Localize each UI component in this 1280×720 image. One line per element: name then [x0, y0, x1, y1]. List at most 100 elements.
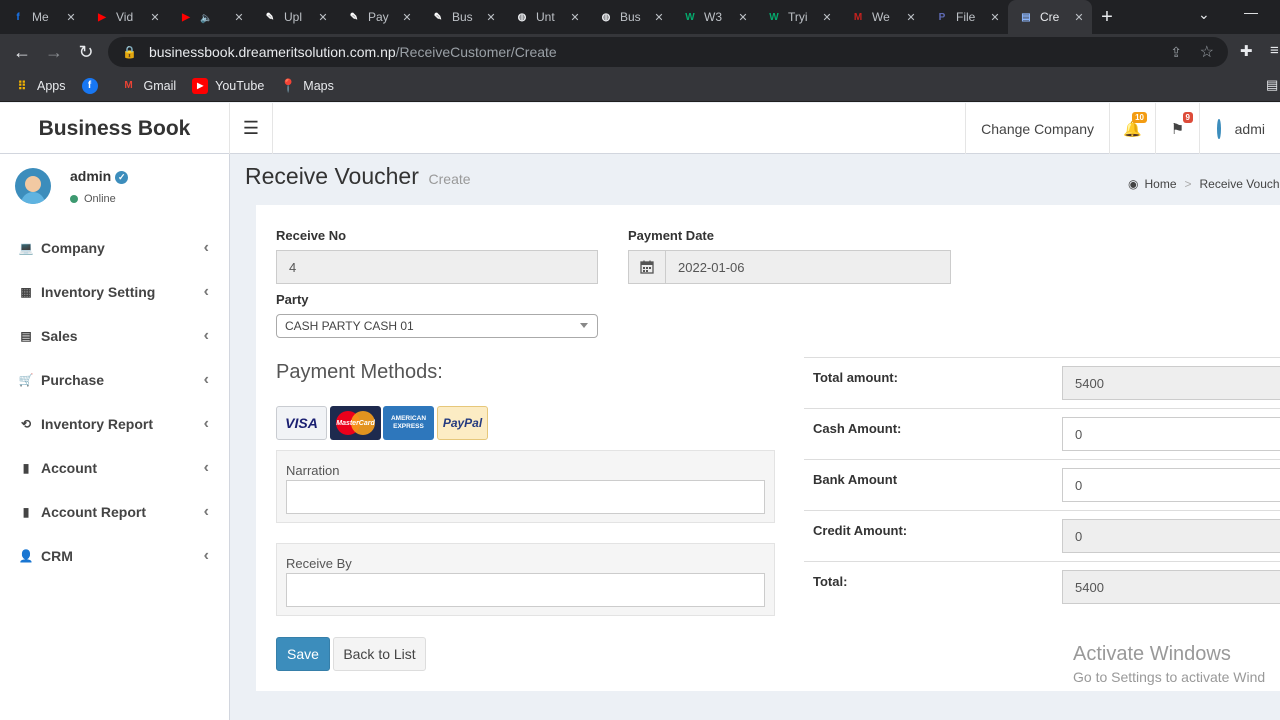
- back-to-list-button[interactable]: Back to List: [333, 637, 426, 671]
- sidebar-item-label: Inventory Report: [41, 416, 154, 432]
- bookmark-youtube[interactable]: ▶ YouTube: [192, 77, 264, 94]
- close-tab-icon[interactable]: ✕: [484, 11, 498, 24]
- receive-by-label: Receive By: [286, 556, 352, 571]
- browser-tab[interactable]: ✎ Upl ✕: [252, 0, 336, 34]
- browser-tab[interactable]: W Tryi ✕: [756, 0, 840, 34]
- sidebar-item-company[interactable]: 💻 Company ‹: [0, 226, 229, 270]
- sidebar-toggle-icon[interactable]: ☰: [230, 103, 273, 154]
- summary-label: Total:: [813, 574, 848, 589]
- party-select[interactable]: CASH PARTY CASH 01: [276, 314, 598, 338]
- save-button[interactable]: Save: [276, 637, 330, 671]
- tab-search-chevron-icon[interactable]: ⌄: [1198, 6, 1210, 23]
- summary-input[interactable]: 0: [1062, 417, 1280, 451]
- tab-title: Bus: [452, 10, 473, 24]
- close-tab-icon[interactable]: ✕: [316, 11, 330, 24]
- receive-by-input[interactable]: [286, 573, 765, 607]
- notifications-button[interactable]: 🔔 10: [1109, 103, 1155, 154]
- sidebar-item-label: Inventory Setting: [41, 284, 156, 300]
- sidebar-item-sales[interactable]: ▤ Sales ‹: [0, 314, 229, 358]
- browser-tab[interactable]: ✎ Bus ✕: [420, 0, 504, 34]
- star-icon[interactable]: ☆: [1200, 42, 1214, 62]
- sidebar-item-purchase[interactable]: 🛒 Purchase ‹: [0, 358, 229, 402]
- close-tab-icon[interactable]: ✕: [64, 11, 78, 24]
- bookmark-gmail[interactable]: M Gmail: [121, 78, 176, 94]
- history-icon: ⟲: [20, 417, 32, 431]
- grid-icon: ▦: [20, 285, 32, 299]
- change-company-button[interactable]: Change Company: [965, 103, 1109, 154]
- close-tab-icon[interactable]: ✕: [736, 11, 750, 24]
- back-arrow-icon[interactable]: ←: [6, 42, 38, 63]
- avatar: [15, 168, 51, 204]
- address-bar[interactable]: 🔒 businessbook.dreameritsolution.com.np …: [108, 37, 1228, 67]
- close-tab-icon[interactable]: ✕: [400, 11, 414, 24]
- facebook-icon: f: [81, 77, 98, 94]
- payment-date-input[interactable]: 2022-01-06: [665, 250, 951, 284]
- reload-icon[interactable]: ↻: [70, 42, 102, 63]
- user-menu[interactable]: admi: [1199, 103, 1280, 154]
- sidebar-item-inventory-setting[interactable]: ▦ Inventory Setting ‹: [0, 270, 229, 314]
- bookmark-apps[interactable]: ⠿ Apps: [14, 78, 66, 94]
- cart-icon: 🛒: [18, 373, 34, 387]
- tab-title: Vid: [116, 10, 134, 24]
- close-tab-icon[interactable]: ✕: [652, 11, 666, 24]
- share-icon[interactable]: ⇪: [1170, 44, 1182, 61]
- tasks-button[interactable]: ⚑ 9: [1155, 103, 1199, 154]
- close-tab-icon[interactable]: ✕: [904, 11, 918, 24]
- browser-tab[interactable]: M We ✕: [840, 0, 924, 34]
- menu-icon[interactable]: ≡: [1270, 42, 1279, 59]
- tab-title: Bus: [620, 10, 641, 24]
- paypal-card-icon: PayPal: [437, 406, 488, 440]
- sidebar-item-crm[interactable]: 👤 CRM ‹: [0, 534, 229, 578]
- calendar-icon[interactable]: [628, 250, 666, 284]
- breadcrumb-home[interactable]: Home: [1144, 177, 1176, 191]
- content-header: Receive Voucher Create: [245, 163, 471, 190]
- summary-input[interactable]: 0: [1062, 468, 1280, 502]
- sidebar-item-inventory-report[interactable]: ⟲ Inventory Report ‹: [0, 402, 229, 446]
- new-tab-button[interactable]: +: [1092, 6, 1122, 29]
- summary-input[interactable]: 5400: [1062, 570, 1280, 604]
- close-tab-icon[interactable]: ✕: [568, 11, 582, 24]
- minimize-button[interactable]: —: [1244, 4, 1258, 20]
- mastercard-icon: MasterCard: [330, 406, 381, 440]
- narration-input[interactable]: [286, 480, 765, 514]
- extensions-icon[interactable]: ✚: [1240, 42, 1253, 60]
- payment-date-label: Payment Date: [628, 228, 714, 243]
- browser-tab[interactable]: ▶ Vid ✕: [84, 0, 168, 34]
- tab-title: Unt: [536, 10, 555, 24]
- app-logo[interactable]: Business Book: [0, 103, 230, 154]
- bookmark-facebook[interactable]: f: [81, 77, 105, 94]
- summary-input[interactable]: 5400: [1062, 366, 1280, 400]
- summary-label: Cash Amount:: [813, 421, 902, 436]
- receive-no-input[interactable]: 4: [276, 250, 598, 284]
- sidebar-item-label: Account: [41, 460, 97, 476]
- forward-arrow-icon[interactable]: →: [38, 42, 70, 63]
- reading-list-icon[interactable]: ▤: [1266, 77, 1278, 93]
- maps-icon: 📍: [280, 77, 297, 93]
- report-icon: ▮: [22, 505, 30, 519]
- sidebar-item-account-report[interactable]: ▮ Account Report ‹: [0, 490, 229, 534]
- chevron-left-icon: ‹: [203, 327, 209, 344]
- browser-tab[interactable]: W W3 ✕: [672, 0, 756, 34]
- sidebar-menu: 💻 Company ‹ ▦ Inventory Setting ‹ ▤ Sales ‹ 🛒 Purc…: [0, 226, 229, 578]
- close-tab-icon[interactable]: ✕: [1072, 11, 1086, 24]
- close-tab-icon[interactable]: ✕: [820, 11, 834, 24]
- globe-icon: ◍: [601, 11, 611, 23]
- browser-tab[interactable]: ▶ 🔈 ✕: [168, 0, 252, 34]
- browser-tab[interactable]: ▤ Cre ✕: [1008, 0, 1092, 34]
- browser-tab[interactable]: ◍ Bus ✕: [588, 0, 672, 34]
- summary-row: Credit Amount: 0: [804, 510, 1280, 561]
- bookmark-maps[interactable]: 📍 Maps: [280, 78, 334, 94]
- summary-input[interactable]: 0: [1062, 519, 1280, 553]
- sidebar-item-account[interactable]: ▮ Account ‹: [0, 446, 229, 490]
- browser-tab[interactable]: ✎ Pay ✕: [336, 0, 420, 34]
- close-tab-icon[interactable]: ✕: [988, 11, 1002, 24]
- page-subtitle: Create: [428, 171, 471, 187]
- tab-title: Upl: [284, 10, 303, 24]
- close-tab-icon[interactable]: ✕: [232, 11, 246, 24]
- browser-tab[interactable]: ◍ Unt ✕: [504, 0, 588, 34]
- close-tab-icon[interactable]: ✕: [148, 11, 162, 24]
- browser-tab[interactable]: P File ✕: [924, 0, 1008, 34]
- browser-tab[interactable]: f Me ✕: [0, 0, 84, 34]
- invoice-icon: ▤: [20, 329, 32, 343]
- sidebar-item-label: Purchase: [41, 372, 105, 388]
